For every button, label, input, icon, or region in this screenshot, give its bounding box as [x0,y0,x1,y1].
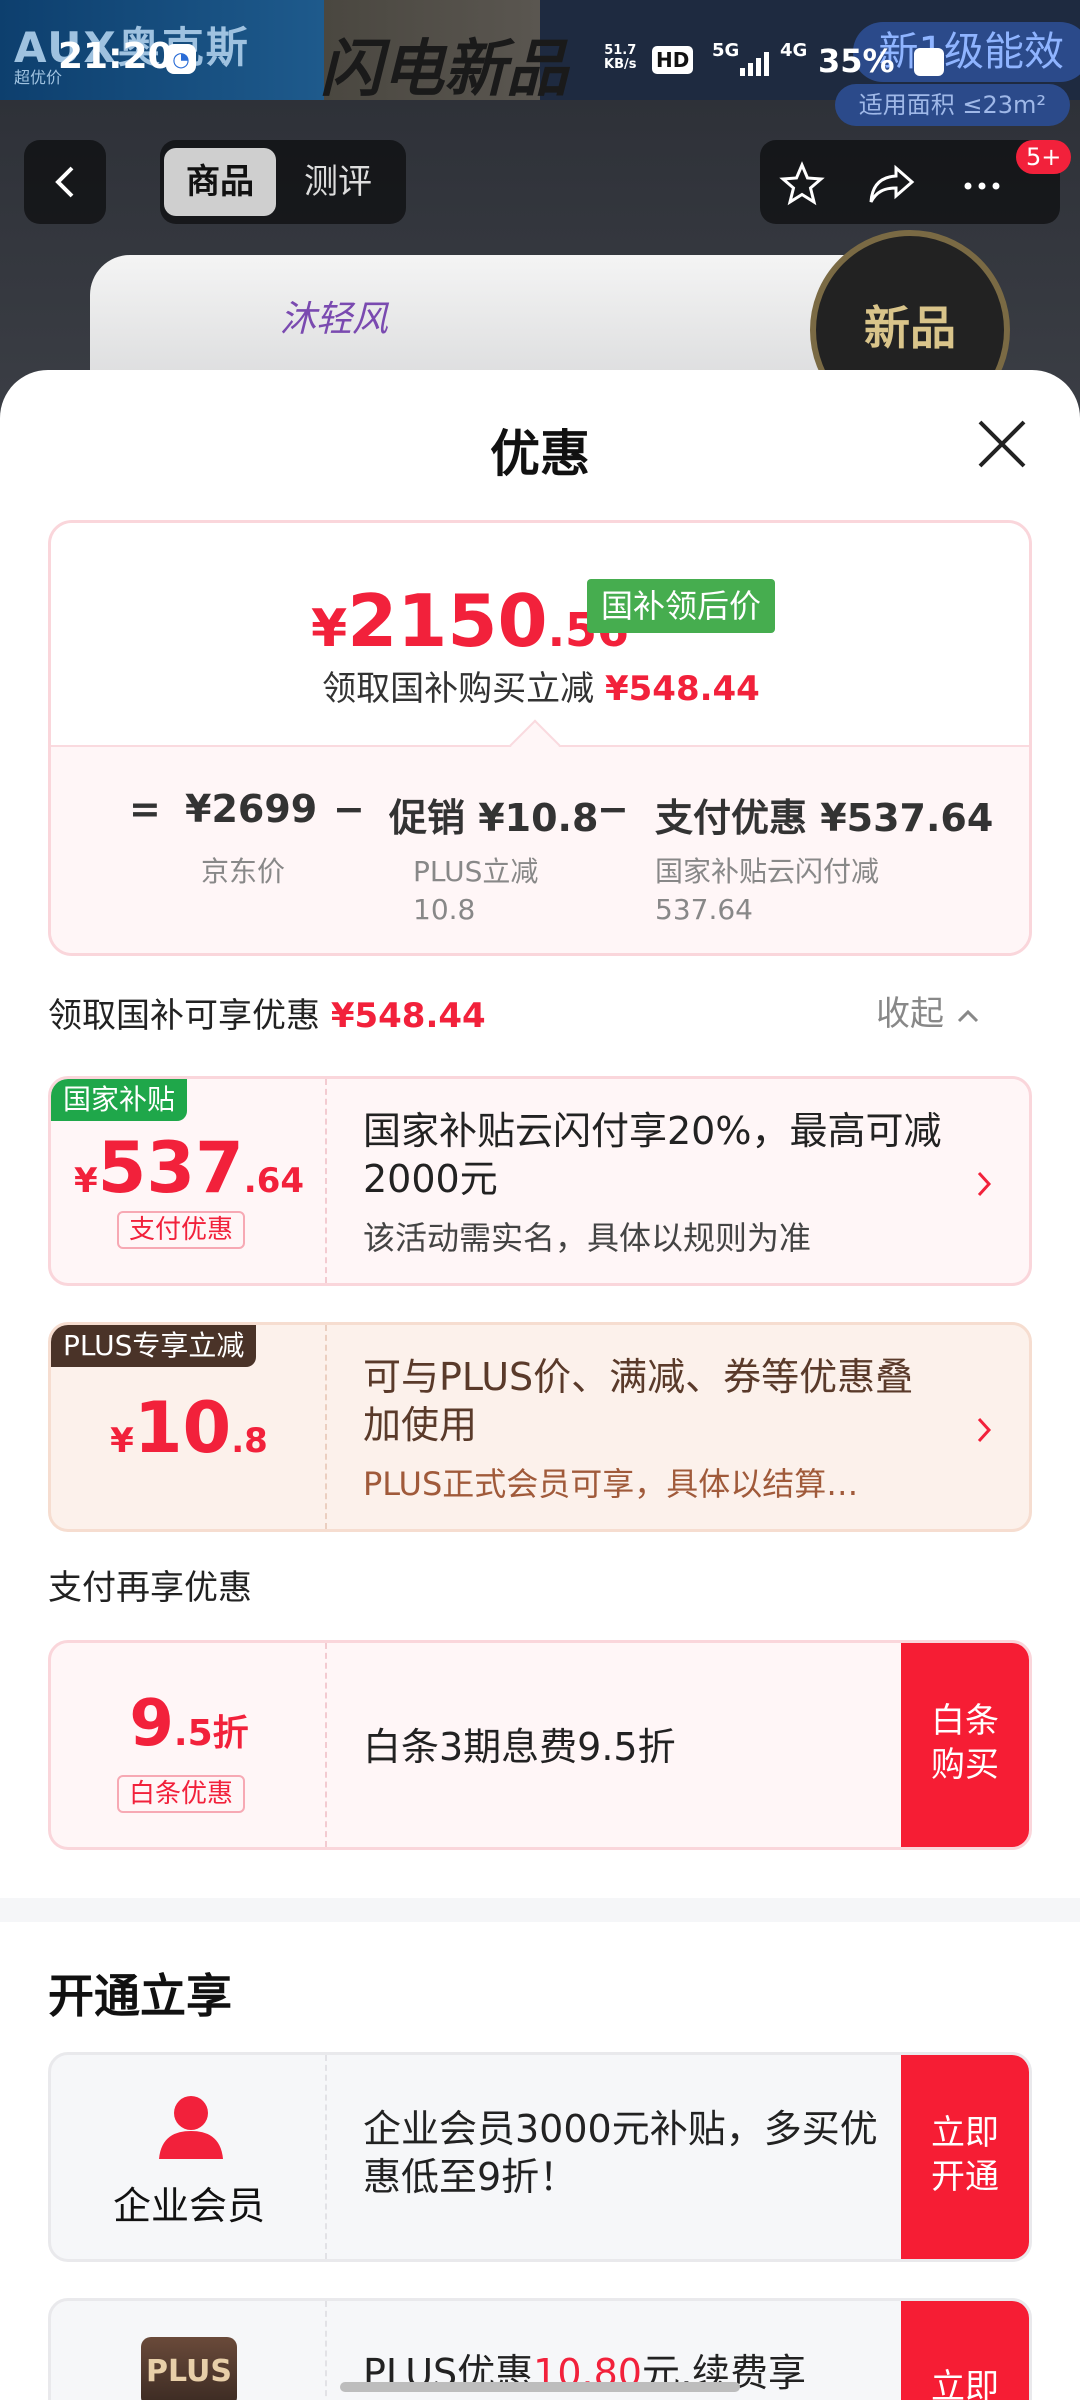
coupon-tag: PLUS专享立减 [51,1325,257,1367]
breakdown-desc: 京东价 [201,855,286,888]
battery-percent: 35% [818,42,895,80]
hd-icon: HD [652,46,694,74]
coupon-amount: ¥10.8 [110,1387,268,1469]
coupon-desc: 国家补贴云闪付享20%，最高可减2000元 [363,1109,942,1201]
home-indicator [340,2382,740,2392]
coupon-baitiao[interactable]: 9.5折 白条优惠 白条3期息费9.5折 白条购买 [48,1640,1032,1850]
coupon-chip: 支付优惠 [117,1211,246,1249]
top-nav: 商品 测评 5+ [0,140,1080,230]
signal-bars-icon [740,52,769,76]
sheet-title: 优惠 [490,425,590,483]
battery-icon [914,48,944,76]
notification-badge: 5+ [1016,140,1072,174]
breakdown-op: = [129,787,161,831]
price-tag: 国补领后价 [587,579,776,633]
coupon-gov-subsidy[interactable]: 国家补贴 ¥537.64 支付优惠 国家补贴云闪付享20%，最高可减2000元 … [48,1076,1032,1286]
breakdown-desc: 国家补贴云闪付减 537.64 [655,855,880,926]
breakdown-op: − [597,787,629,831]
price-breakdown: = ¥2699 − 促销 ¥10.8 − 支付优惠 ¥537.64 京东价 PL… [51,745,1029,953]
coupon-note: 该活动需实名，具体以规则为准 [363,1219,812,1257]
tab-review[interactable]: 测评 [282,148,394,216]
more-icon[interactable] [956,160,1008,208]
coupon-desc: 可与PLUS价、满减、券等优惠叠加使用 [363,1355,914,1447]
star-icon[interactable] [778,160,826,208]
breakdown-desc: PLUS立减 10.8 [413,855,539,926]
chevron-left-icon [55,166,74,198]
coupon-desc: 白条3期息费9.5折 [363,1725,676,1769]
user-icon [159,2096,223,2159]
network-speed: 51.7 KB/s [604,43,637,72]
action-buttons [760,140,1060,224]
area-label: 适用面积 ≤23m² [834,84,1070,126]
member-enterprise[interactable]: 企业会员 企业会员3000元补贴，多买优惠低至9折！ 立即开通 [48,2052,1032,2262]
chevron-up-icon [957,1009,978,1023]
reduce-line: 领取国补购买立减 ¥548.44 [322,669,760,709]
member-desc: 企业会员3000元补贴，多买优惠低至9折！ [363,2107,878,2199]
coupon-plus[interactable]: PLUS专享立减 ¥10.8 可与PLUS价、满减、券等优惠叠加使用 PLUS正… [48,1322,1032,1532]
coupon-amount: ¥537.64 [73,1127,305,1209]
product-page-background: AUX奥克斯 超优价 闪电新品 新1级能效 适用面积 ≤23m² 21:20 ◔… [0,0,1080,420]
coupon-tag: 国家补贴 [51,1079,188,1121]
share-icon[interactable] [866,160,918,208]
collapse-toggle[interactable]: 收起 [876,986,981,1035]
chevron-right-icon [977,1171,992,1197]
activate-button[interactable]: 立即开通 [901,2055,1029,2259]
section-pay: 支付再享优惠 [48,1568,252,1608]
breakdown-pay: 支付优惠 ¥537.64 [655,796,994,840]
final-price: ¥2150.56 [311,579,629,663]
chevron-right-icon [977,1417,992,1443]
price-summary: ¥2150.56 国补领后价 领取国补购买立减 ¥548.44 = ¥2699 … [48,520,1032,956]
clock: 21:20 [58,36,173,77]
product-logo: 沐轻风 [280,299,389,340]
breakdown-op: − [333,787,365,831]
baidu-icon: ◔ [166,44,196,74]
discount-sheet: 优惠 ¥2150.56 国补领后价 领取国补购买立减 ¥548.44 = ¥26… [0,370,1080,2400]
signal-4g-label: 4G [780,40,808,61]
status-bar: 21:20 ◔ 51.7 KB/s HD 5G 4G 35% [0,0,1080,90]
coupon-note: PLUS正式会员可享，具体以结算… [363,1465,859,1503]
back-button[interactable] [24,140,106,224]
tab-goods[interactable]: 商品 [164,148,276,216]
plus-logo: PLUS [141,2337,237,2400]
top-tabs: 商品 测评 [160,140,406,224]
close-button[interactable] [972,414,1032,474]
breakdown-jd-price: ¥2699 [185,787,318,831]
breakdown-promo: 促销 ¥10.8 [389,796,599,840]
coupon-chip: 白条优惠 [117,1775,246,1813]
section-gov-subsidy: 领取国补可享优惠 ¥548.44 [48,996,486,1036]
section-membership: 开通立享 [48,1969,232,2023]
baitiao-buy-button[interactable]: 白条购买 [901,1643,1029,1847]
coupon-amount: 9.5折 [129,1687,249,1761]
member-name: 企业会员 [112,2184,265,2228]
close-icon [978,420,1026,468]
signal-5g-label: 5G [712,40,740,61]
activate-button[interactable]: 立即 [901,2301,1029,2400]
